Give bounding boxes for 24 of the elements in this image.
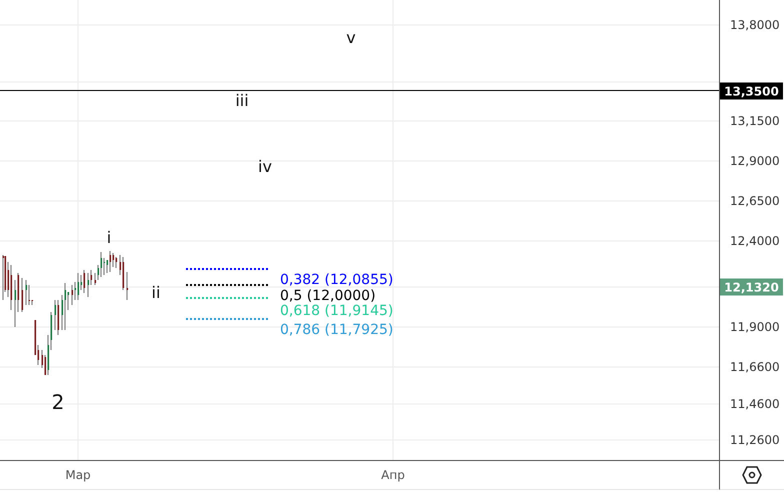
wave-label: iii bbox=[235, 93, 249, 109]
last-price-label: 12,1320 bbox=[720, 278, 783, 296]
price-line-label: 13,3500 bbox=[720, 82, 783, 100]
price-tick: 11,4600 bbox=[730, 397, 780, 411]
price-tick: 11,2600 bbox=[730, 433, 780, 447]
wave-label: v bbox=[346, 30, 356, 46]
wave-label: ii bbox=[152, 285, 160, 301]
time-tick: Апр bbox=[381, 468, 405, 482]
fib-level-label: 0,786 (11,7925) bbox=[280, 323, 394, 337]
price-tick: 12,9000 bbox=[730, 154, 780, 168]
price-tick: 13,8000 bbox=[730, 18, 780, 32]
fib-level-label: 0,5 (12,0000) bbox=[280, 289, 376, 303]
wave-label: 2 bbox=[52, 392, 64, 412]
settings-icon[interactable] bbox=[742, 466, 762, 484]
wave-label: iv bbox=[258, 159, 272, 175]
price-tick: 12,4000 bbox=[730, 234, 780, 248]
price-tick: 11,6600 bbox=[730, 360, 780, 374]
fib-level-label: 0,382 (12,0855) bbox=[280, 273, 394, 287]
time-tick: Мар bbox=[65, 468, 91, 482]
price-tick: 12,6500 bbox=[730, 194, 780, 208]
price-tick: 11,9000 bbox=[730, 320, 780, 334]
wave-label: i bbox=[106, 230, 112, 246]
fib-level-label: 0,618 (11,9145) bbox=[280, 304, 394, 318]
price-tick: 13,1500 bbox=[730, 114, 780, 128]
